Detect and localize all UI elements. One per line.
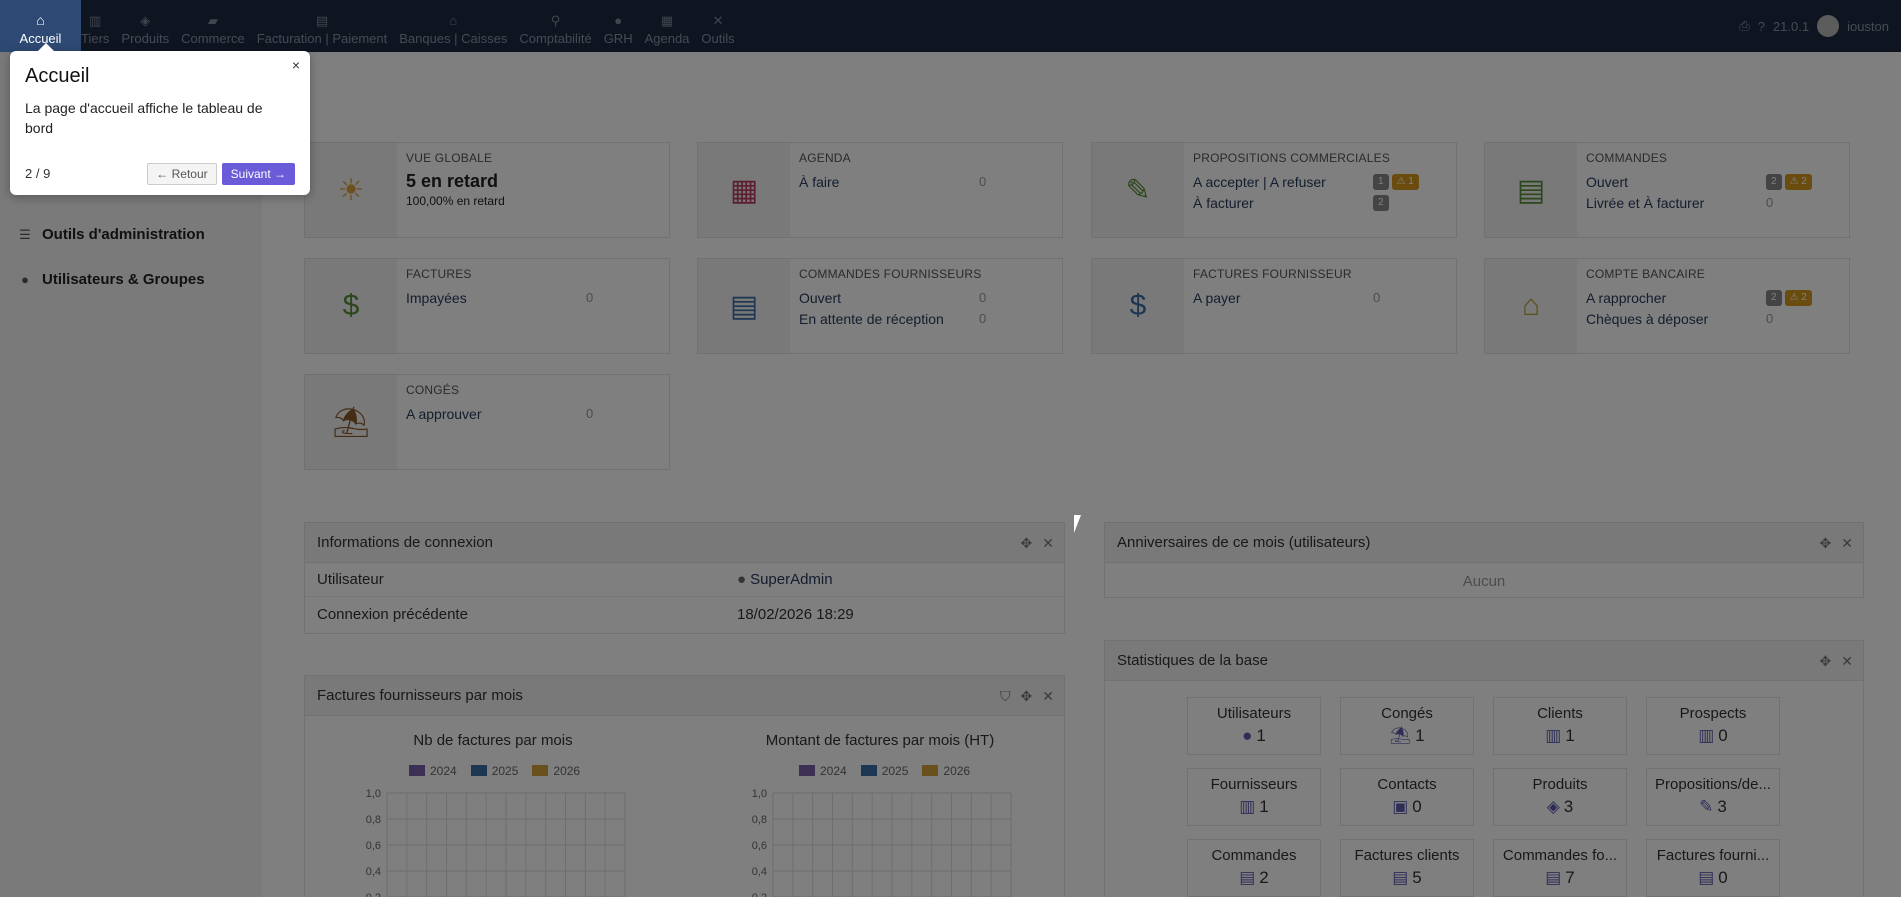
back-button[interactable]: ← Retour: [147, 163, 217, 185]
tour-body: La page d'accueil affiche le tableau de …: [25, 100, 263, 136]
tour-title: Accueil: [25, 65, 90, 87]
home-icon: ⌂: [36, 12, 45, 28]
next-button[interactable]: Suivant →: [221, 163, 295, 185]
tour-progress: 2 / 9: [25, 166, 51, 181]
tour-popover: × Accueil La page d'accueil affiche le t…: [10, 43, 310, 195]
mouse-cursor: [1074, 515, 1088, 533]
close-icon[interactable]: ×: [292, 57, 300, 73]
